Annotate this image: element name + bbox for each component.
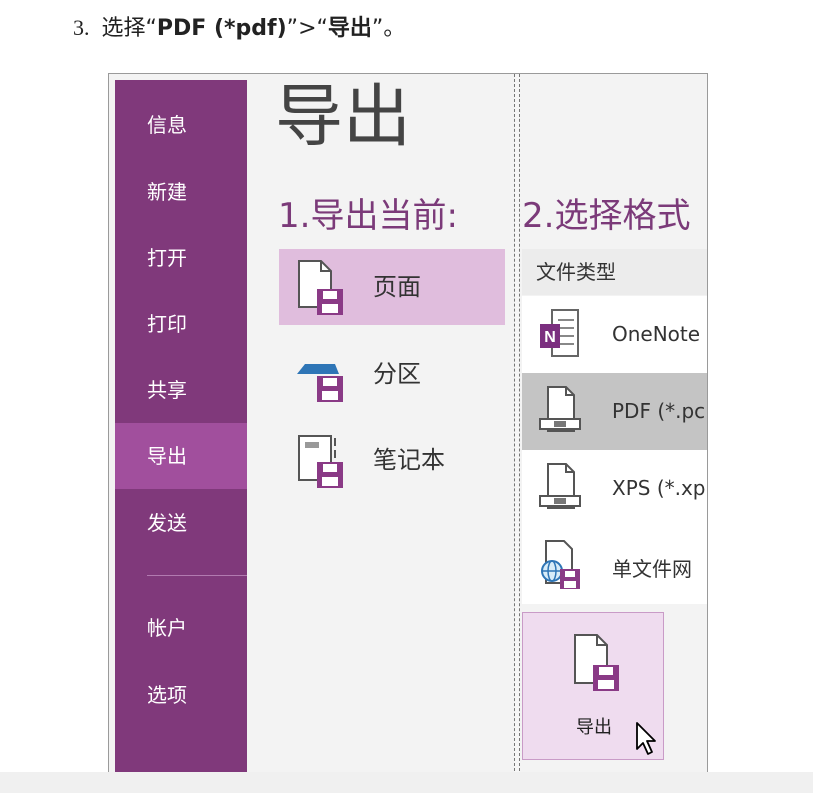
export-option-label: 页面 (373, 273, 421, 301)
page-title: 导出 (275, 78, 412, 157)
instruction-format: PDF (*pdf) (156, 16, 287, 41)
pdf-file-icon (539, 386, 581, 432)
format-label: XPS (*.xp (612, 476, 706, 500)
sidebar-item-open[interactable]: 打开 (115, 225, 247, 291)
file-type-header: 文件类型 (522, 249, 707, 295)
sidebar-item-new[interactable]: 新建 (115, 159, 247, 225)
format-item-pdf[interactable]: PDF (*.pc (522, 373, 707, 450)
xps-file-icon (539, 463, 581, 509)
mouse-cursor-icon (636, 722, 656, 755)
backstage-sidebar: 信息 新建 打开 打印 共享 导出 发送 帐户 选项 (115, 80, 247, 776)
export-option-section[interactable]: 分区 (279, 336, 505, 412)
step-number: 3. (73, 15, 90, 40)
instruction-prefix: 选择“ (101, 16, 157, 41)
onenote-file-icon: N (540, 309, 579, 357)
export-button[interactable]: 导出 (522, 612, 664, 760)
format-item-web[interactable]: 单文件网 (522, 527, 707, 604)
select-format-heading: 2.选择格式 (522, 196, 691, 236)
sidebar-divider (147, 575, 247, 576)
export-option-label: 分区 (373, 360, 421, 388)
format-item-onenote[interactable]: N OneNote (522, 296, 707, 373)
onenote-export-screenshot: 信息 新建 打开 打印 共享 导出 发送 帐户 选项 导出 1.导出当前: 页面 (108, 73, 708, 777)
export-file-icon (574, 634, 619, 691)
web-file-icon (541, 540, 580, 589)
format-label: OneNote (612, 322, 701, 346)
sidebar-item-info[interactable]: 信息 (115, 92, 247, 158)
instruction-suffix: ”。 (371, 16, 406, 41)
format-label: 单文件网 (612, 557, 692, 581)
section-export-icon (297, 364, 343, 402)
sidebar-item-share[interactable]: 共享 (115, 357, 247, 423)
file-type-list: N OneNote PDF (*.pc XPS (*.xp 单文件网 (522, 296, 707, 604)
export-main-pane: 导出 1.导出当前: 页面 分区 笔记本 (247, 74, 514, 776)
export-option-label: 笔记本 (373, 446, 445, 474)
format-panel: 2.选择格式 文件类型 N OneNote PDF (*.pc XPS (*.x… (520, 74, 707, 776)
sidebar-item-print[interactable]: 打印 (115, 291, 247, 357)
instruction-text: 3. 选择“PDF (*pdf)”>“导出”。 (73, 10, 405, 42)
notebook-export-icon (298, 435, 343, 488)
instruction-middle: ”>“ (286, 16, 328, 41)
format-item-xps[interactable]: XPS (*.xp (522, 450, 707, 527)
page-export-icon (298, 260, 343, 315)
format-label: PDF (*.pc (612, 399, 706, 423)
export-option-page[interactable]: 页面 (279, 249, 505, 325)
sidebar-item-export[interactable]: 导出 (115, 423, 247, 489)
sidebar-item-account[interactable]: 帐户 (115, 595, 247, 661)
svg-text:N: N (544, 329, 556, 346)
export-option-notebook[interactable]: 笔记本 (279, 422, 505, 498)
instruction-action: 导出 (327, 16, 372, 41)
sidebar-item-options[interactable]: 选项 (115, 662, 247, 728)
export-current-heading: 1.导出当前: (278, 196, 458, 236)
bottom-strip (0, 772, 813, 793)
sidebar-item-send[interactable]: 发送 (115, 490, 247, 556)
